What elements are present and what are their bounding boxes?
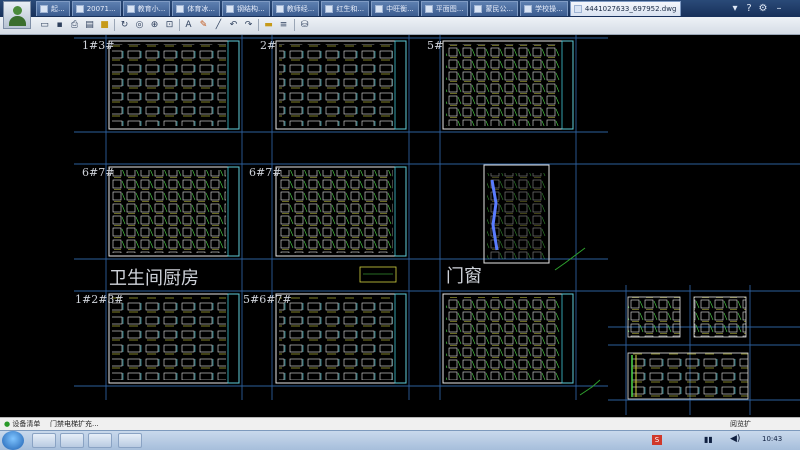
document-tab[interactable]: 平面图... (420, 1, 469, 16)
reading-expand-item[interactable]: 阅览扩 (730, 419, 751, 430)
measure-icon[interactable]: ▬ (262, 18, 275, 32)
title-bar: 起... 20071... 教育小... 体育冰... 钢结构... 教师经..… (0, 0, 800, 17)
sheet-label: 6#7# (82, 166, 115, 179)
document-tab[interactable]: 起... (36, 1, 70, 16)
save-icon[interactable]: ▪ (53, 18, 66, 32)
section-title-doors-windows: 门窗 (446, 266, 482, 287)
undo-icon[interactable]: ↶ (227, 18, 240, 32)
settings-icon[interactable]: ⚙ (756, 1, 770, 16)
legend-box (359, 266, 397, 283)
user-avatar-icon[interactable] (3, 1, 31, 29)
sheet-label: 1#2#3# (75, 293, 124, 306)
zoom-window-icon[interactable]: ⊡ (163, 18, 176, 32)
zoom-extents-icon[interactable]: ◎ (133, 18, 146, 32)
zoom-in-icon[interactable]: ⊕ (148, 18, 161, 32)
layers-icon[interactable]: ≡ (277, 18, 290, 32)
sheet-label: 6#7# (249, 166, 282, 179)
redo-icon[interactable]: ↷ (242, 18, 255, 32)
start-button[interactable] (2, 431, 24, 450)
document-tab[interactable]: 红生和... (321, 1, 370, 16)
document-tab[interactable]: 教师经... (271, 1, 320, 16)
network-icon[interactable]: ▮▮ (704, 435, 713, 444)
print-icon[interactable]: ⎙ (68, 18, 81, 32)
taskbar: S ▮▮ ◀) 10:43 (0, 430, 800, 450)
text-icon[interactable]: A (182, 18, 195, 32)
line-icon[interactable]: ╱ (212, 18, 225, 32)
paint-icon[interactable] (118, 433, 142, 448)
sheet-label: 5# (427, 39, 444, 52)
open-icon[interactable]: ▭ (38, 18, 51, 32)
rotate-icon[interactable]: ↻ (118, 18, 131, 32)
toolbar: ▭ ▪ ⎙ ▤ ■ ↻ ◎ ⊕ ⊡ A ✎ ╱ ↶ ↷ ▬ ≡ ⛁ (0, 17, 800, 35)
tab-menu-button[interactable]: ▾ (728, 1, 742, 16)
access-control-item[interactable]: 门禁电梯扩充... (50, 419, 99, 430)
device-list-label: 设备清单 (12, 420, 41, 428)
door-window-schedule (483, 164, 550, 264)
document-tab[interactable]: 20071... (71, 1, 121, 16)
detail-sheets (627, 296, 749, 400)
active-document-tab[interactable]: 4441027633_697952.dwg (569, 1, 682, 16)
status-bar: ● 设备清单 门禁电梯扩充... 阅览扩 (0, 417, 800, 431)
document-tab[interactable]: 学校操... (520, 1, 568, 16)
pencil-icon[interactable]: ✎ (197, 18, 210, 32)
folder-icon[interactable] (32, 433, 56, 448)
document-tabs: 起... 20071... 教育小... 体育冰... 钢结构... 教师经..… (36, 1, 682, 17)
app-icon[interactable] (60, 433, 84, 448)
cad-icon[interactable] (88, 433, 112, 448)
document-tab[interactable]: 钢结构... (222, 1, 270, 16)
lock-icon[interactable]: ■ (98, 18, 111, 32)
volume-icon[interactable]: ◀) (730, 434, 740, 444)
document-tab[interactable]: 教育小... (122, 1, 171, 16)
clock[interactable]: 10:43 (762, 435, 782, 443)
document-tab[interactable]: 体育冰... (172, 1, 221, 16)
help-icon[interactable]: ? (742, 1, 756, 16)
minimize-button[interactable]: – (772, 1, 786, 16)
device-list-item[interactable]: ● 设备清单 (4, 419, 40, 430)
document-tab[interactable]: 蒙民公... (470, 1, 519, 16)
block-icon[interactable]: ⛁ (298, 18, 311, 32)
drawing-canvas[interactable]: 1#3# 2# 5# 6#7# 6#7# 1#2#3# 5#6#7# 卫生间厨房… (0, 35, 800, 415)
sheet-label: 1#3# (82, 39, 115, 52)
document-tab[interactable]: 中旺衡... (371, 1, 419, 16)
sheet-label: 5#6#7# (243, 293, 292, 306)
ime-icon[interactable]: S (652, 435, 662, 445)
status-dot-icon: ● (4, 420, 11, 428)
sheet-label: 2# (260, 39, 277, 52)
print-preview-icon[interactable]: ▤ (83, 18, 96, 32)
drawing-svg (74, 35, 800, 415)
section-title-bath-kitchen: 卫生间厨房 (109, 268, 199, 289)
